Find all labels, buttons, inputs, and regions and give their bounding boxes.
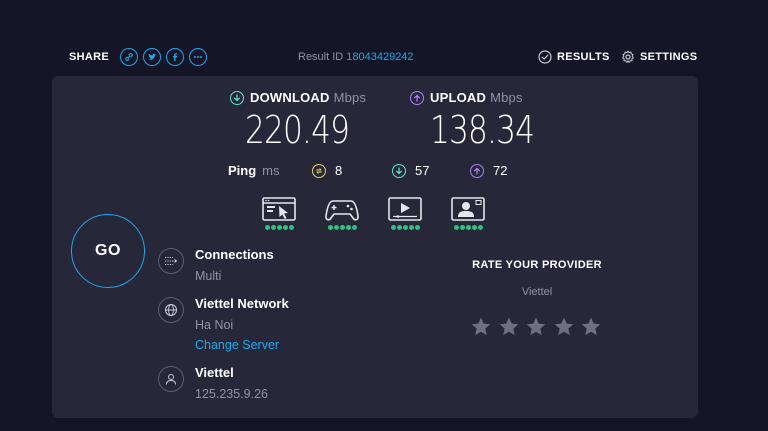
- app-video-chat[interactable]: [449, 195, 487, 230]
- star-icon[interactable]: [470, 316, 492, 338]
- isp-name: Viettel: [195, 365, 234, 380]
- rating-dot: [270, 225, 276, 230]
- app-rating-dots: [386, 225, 424, 230]
- ping-upload-value: 72: [493, 163, 508, 178]
- gear-icon: [622, 50, 634, 63]
- connections-value: Multi: [195, 269, 222, 283]
- results-label: RESULTS: [557, 51, 610, 63]
- rating-dot: [453, 225, 459, 230]
- ping-download-value: 57: [415, 163, 430, 178]
- change-server-link[interactable]: Change Server: [195, 338, 279, 352]
- result-id: Result ID 18043429242: [298, 51, 414, 63]
- rating-dot: [333, 225, 339, 230]
- ping-row: Ping ms 8 57 72: [228, 163, 507, 178]
- rating-dot: [288, 225, 294, 230]
- rating-dot: [345, 225, 351, 230]
- upload-metric: UPLOAD Mbps 138.34: [410, 90, 535, 152]
- star-icon[interactable]: [498, 316, 520, 338]
- rating-dot: [396, 225, 402, 230]
- rating-dot: [465, 225, 471, 230]
- web-browsing-icon: [262, 197, 296, 221]
- app-rating-dots: [449, 225, 487, 230]
- app-rating-dots: [323, 225, 361, 230]
- app-rating-dots: [260, 225, 298, 230]
- ping-upload: 72: [470, 163, 507, 178]
- twitter-icon[interactable]: [143, 48, 162, 66]
- settings-link[interactable]: SETTINGS: [621, 50, 697, 64]
- upload-label: UPLOAD: [430, 90, 487, 105]
- app-video-streaming[interactable]: [386, 195, 424, 230]
- facebook-icon[interactable]: [166, 48, 185, 66]
- go-button[interactable]: GO: [71, 214, 145, 288]
- upload-arrow-icon: [410, 90, 424, 105]
- rating-dot: [408, 225, 414, 230]
- more-icon[interactable]: [189, 48, 208, 66]
- globe-icon: [158, 297, 184, 323]
- rate-provider: RATE YOUR PROVIDER Viettel: [471, 259, 602, 336]
- rating-dot: [339, 225, 345, 230]
- rating-dot: [351, 225, 357, 230]
- video-chat-icon: [451, 197, 485, 221]
- upload-value: 138.34: [430, 108, 535, 152]
- server-location: Ha Noi: [195, 318, 234, 332]
- ping-idle-value: 8: [335, 163, 343, 178]
- result-id-label: Result ID: [298, 51, 344, 63]
- download-label: DOWNLOAD: [250, 90, 330, 105]
- video-streaming-icon: [388, 197, 422, 221]
- app-web-browsing[interactable]: [260, 195, 298, 230]
- app-gaming[interactable]: [323, 195, 361, 230]
- rating-dot: [276, 225, 282, 230]
- ping-idle: 8: [312, 163, 342, 178]
- rating-dot: [402, 225, 408, 230]
- connections-title: Connections: [195, 247, 274, 262]
- app-ratings: [260, 195, 496, 235]
- result-card: DOWNLOAD Mbps 220.49 UPLOAD Mbps 138.34 …: [52, 76, 698, 418]
- rating-dot: [459, 225, 465, 230]
- ping-label: Ping: [228, 163, 257, 178]
- download-arrow-icon: [230, 90, 244, 105]
- download-metric: DOWNLOAD Mbps 220.49: [230, 90, 367, 152]
- rating-dot: [414, 225, 420, 230]
- rate-provider-name: Viettel: [521, 286, 553, 298]
- ping-unit: ms: [262, 163, 280, 178]
- ping-upload-icon: [470, 163, 484, 178]
- star-icon[interactable]: [553, 316, 575, 338]
- rating-dot: [477, 225, 483, 230]
- result-id-value[interactable]: 18043429242: [346, 51, 413, 63]
- gaming-icon: [325, 200, 359, 221]
- share-bar: SHARE: [69, 46, 208, 68]
- isp-ip: 125.235.9.26: [195, 387, 268, 401]
- ping-idle-icon: [312, 163, 326, 178]
- check-circle-icon: [538, 50, 552, 64]
- rating-dot: [327, 225, 333, 230]
- star-rating: [470, 316, 608, 338]
- link-icon[interactable]: [120, 48, 139, 66]
- results-link[interactable]: RESULTS: [538, 50, 610, 64]
- share-label: SHARE: [69, 51, 110, 63]
- rating-dot: [282, 225, 288, 230]
- rate-title: RATE YOUR PROVIDER: [472, 259, 602, 271]
- rating-dot: [471, 225, 477, 230]
- star-icon[interactable]: [525, 316, 547, 338]
- ping-download-icon: [392, 163, 406, 178]
- star-icon[interactable]: [580, 316, 602, 338]
- download-unit: Mbps: [333, 90, 367, 105]
- settings-label: SETTINGS: [640, 51, 698, 63]
- upload-unit: Mbps: [490, 90, 523, 105]
- rating-dot: [264, 225, 270, 230]
- ping-download: 57: [392, 163, 429, 178]
- download-value: 220.49: [245, 108, 350, 152]
- user-icon: [158, 366, 184, 392]
- connections-icon[interactable]: [158, 248, 184, 274]
- server-name: Viettel Network: [195, 296, 289, 311]
- rating-dot: [390, 225, 396, 230]
